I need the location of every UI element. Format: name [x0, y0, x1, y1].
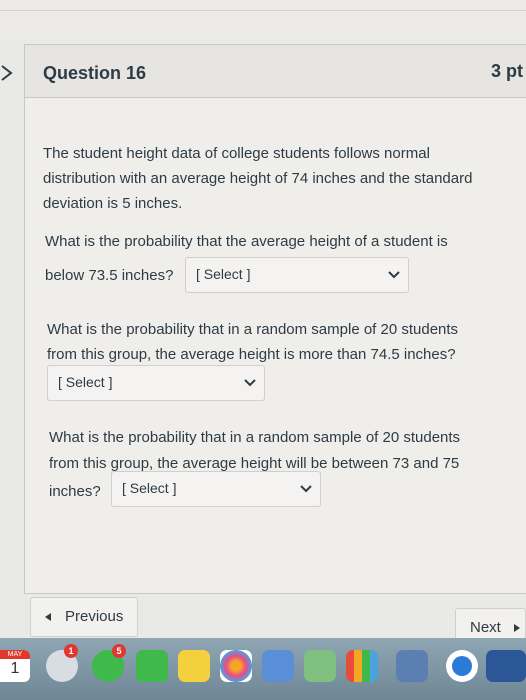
numbers-icon[interactable] — [346, 650, 378, 682]
chevron-down-icon — [244, 379, 256, 387]
part3-answer-select[interactable]: [ Select ] — [111, 471, 321, 507]
photos-icon[interactable] — [220, 650, 252, 682]
preview-icon[interactable] — [262, 650, 294, 682]
part2-select-value: [ Select ] — [58, 374, 113, 390]
part3-select-value: [ Select ] — [122, 480, 177, 496]
previous-button[interactable]: Previous — [30, 597, 138, 637]
triangle-left-icon — [45, 613, 51, 621]
question-header: Question 16 3 pt — [25, 45, 526, 98]
previous-label: Previous — [65, 608, 124, 625]
calendar-month: MAY — [0, 650, 30, 659]
question-intro-line-2: distribution with an average height of 7… — [43, 170, 473, 187]
calendar-icon[interactable]: MAY 1 — [0, 650, 30, 682]
part1-select-value: [ Select ] — [196, 266, 251, 282]
chevron-down-icon — [300, 485, 312, 493]
facetime-icon[interactable] — [136, 650, 168, 682]
keynote-icon[interactable] — [396, 650, 428, 682]
music-note-mark — [452, 656, 472, 676]
question-points: 3 pt — [490, 61, 523, 81]
part3-text-line-3: inches? — [49, 483, 101, 500]
question-card: Question 16 3 pt The student height data… — [24, 44, 526, 594]
notes-icon[interactable] — [178, 650, 210, 682]
word-icon[interactable] — [486, 650, 526, 682]
calendar-day: 1 — [10, 660, 20, 677]
next-label: Next — [470, 619, 501, 636]
part2-text-line-2: from this group, the average height is m… — [47, 346, 456, 363]
part1-text-line-2: below 73.5 inches? — [45, 267, 174, 284]
part1-text-line-1: What is the probability that the average… — [45, 233, 448, 250]
messages-badge: 1 — [64, 644, 78, 658]
part2-text-line-1: What is the probability that in a random… — [47, 321, 459, 338]
part2-answer-select[interactable]: [ Select ] — [47, 365, 265, 401]
maps-icon[interactable] — [304, 650, 336, 682]
browser-top-area — [0, 0, 526, 40]
dock: MAY 1 1 5 — [0, 638, 526, 700]
part1-answer-select[interactable]: [ Select ] — [185, 257, 409, 293]
facetime-badge: 5 — [112, 644, 126, 658]
question-title: Question 16 — [43, 63, 147, 83]
question-intro-line-1: The student height data of college stude… — [43, 145, 430, 162]
divider — [0, 10, 526, 11]
chevron-right-icon[interactable] — [0, 64, 14, 82]
triangle-right-icon — [514, 624, 520, 632]
question-intro-line-3: deviation is 5 inches. — [43, 195, 183, 212]
part3-text-line-1: What is the probability that in a random… — [49, 429, 461, 446]
music-icon[interactable] — [446, 650, 478, 682]
chevron-down-icon — [388, 271, 400, 279]
